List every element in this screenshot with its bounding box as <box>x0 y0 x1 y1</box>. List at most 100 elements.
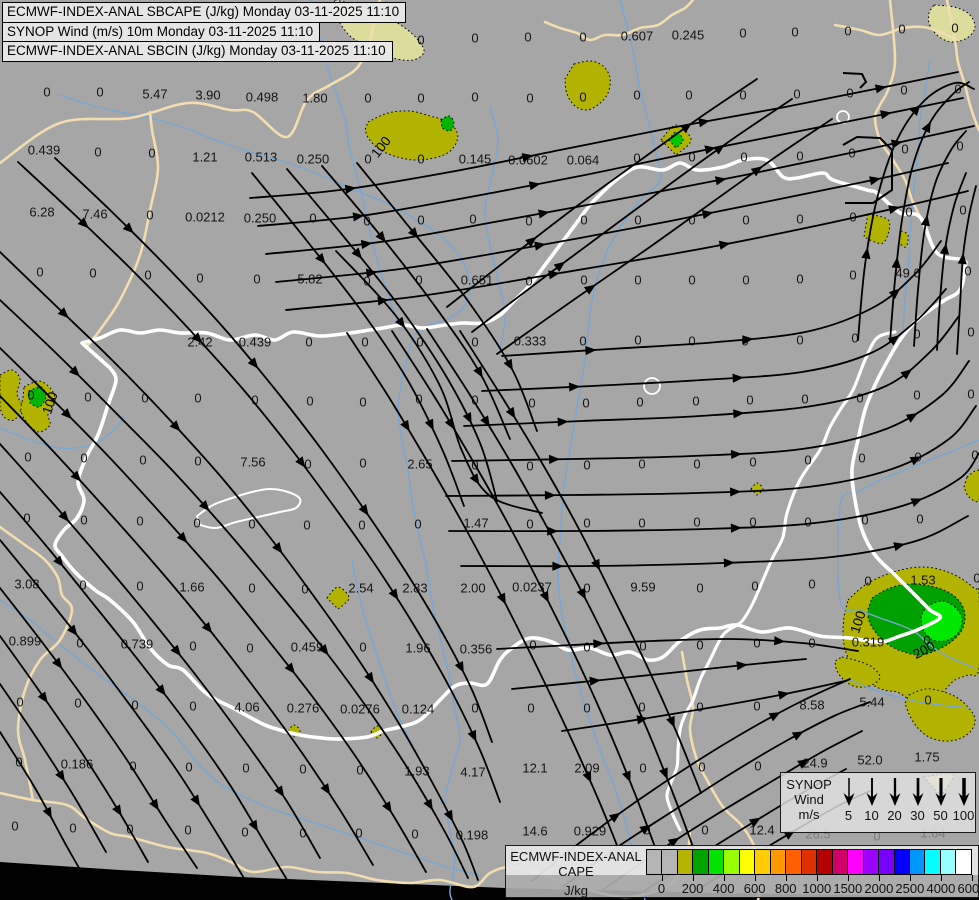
streamline-arrowhead-icon <box>910 498 923 507</box>
cape-color-cell <box>817 850 833 874</box>
station-value: 0 <box>739 26 746 41</box>
station-value: 0 <box>194 391 201 406</box>
station-value: 0 <box>471 90 478 105</box>
station-value: 0 <box>685 88 692 103</box>
wind-arrow-down-icon <box>843 778 854 806</box>
cape-color-bar <box>646 849 972 875</box>
station-value: 0 <box>361 335 368 350</box>
station-value: 0 <box>905 205 912 220</box>
streamline-arrowhead-icon <box>423 798 433 811</box>
cape-color-cell <box>693 850 709 874</box>
station-value: 0.245 <box>672 28 705 43</box>
station-value: 0 <box>638 516 645 531</box>
wind-streamline <box>0 731 86 879</box>
cape-color-cell <box>647 850 663 874</box>
wind-speed-label: 30 <box>910 808 925 823</box>
station-value: 0 <box>693 457 700 472</box>
cape-legend-bar: 0 200 400 600 800 100015002000250040006000 <box>646 849 979 897</box>
synop-wind-legend: SYNOP Wind m/s 5 10 20 30 50 100 <box>780 772 976 833</box>
streamline-arrowhead-icon <box>729 487 742 497</box>
station-value: 0 <box>43 85 50 100</box>
streamline-arrowhead-icon <box>190 794 201 807</box>
streamline-arrowhead-icon <box>608 812 621 823</box>
streamline-arrowhead-icon <box>733 409 745 419</box>
station-value: 0 <box>36 265 43 280</box>
station-value: 0 <box>796 149 803 164</box>
streamline-arrowhead-icon <box>505 406 516 419</box>
streamline-arrowhead-icon <box>732 373 744 383</box>
station-value: 5.44 <box>859 695 884 710</box>
station-value: 0 <box>89 266 96 281</box>
station-value: 0 <box>634 273 641 288</box>
station-value: 0.513 <box>245 150 278 165</box>
wind-speed-item: 20 <box>883 773 906 832</box>
station-value: 0 <box>411 827 418 842</box>
station-value: 0 <box>148 146 155 161</box>
streamline-arrowhead-icon <box>549 454 561 464</box>
streamline-arrowhead-icon <box>553 261 566 272</box>
cape-color-cell <box>909 850 926 874</box>
station-value: 0 <box>69 821 76 836</box>
streamline-arrowhead-icon <box>905 413 918 423</box>
cape-color-cell <box>739 850 756 874</box>
station-value: 0 <box>701 823 708 838</box>
station-value: 0 <box>796 212 803 227</box>
streamline-arrowhead-icon <box>893 542 906 552</box>
wind-streamline <box>913 130 967 347</box>
station-value: 0 <box>84 390 91 405</box>
wind-streamline <box>463 315 960 427</box>
streamline-arrowhead-icon <box>360 239 373 250</box>
station-value: 0 <box>633 88 640 103</box>
station-value: 0 <box>189 699 196 714</box>
station-value: 0 <box>358 518 365 533</box>
station-value: 0.607 <box>621 29 654 44</box>
cape-color-cell <box>724 850 740 874</box>
wind-arrow-down-icon <box>935 778 946 806</box>
station-value: 0 <box>583 458 590 473</box>
title-line-wind: SYNOP Wind (m/s) 10m Monday 03-11-2025 1… <box>2 21 321 42</box>
station-value: 0 <box>469 212 476 227</box>
station-value: 0 <box>356 763 363 778</box>
station-value: 0 <box>634 213 641 228</box>
cape-color-cell <box>770 850 787 874</box>
streamline-arrowhead-icon <box>496 592 506 605</box>
station-value: 0 <box>417 213 424 228</box>
station-value: 0 <box>242 761 249 776</box>
station-value: 0 <box>131 698 138 713</box>
station-value: 1.47 <box>463 516 488 531</box>
station-value: 14.6 <box>522 824 547 839</box>
station-value: 0 <box>189 639 196 654</box>
station-value: 0 <box>241 825 248 840</box>
station-value: 0 <box>80 513 87 528</box>
station-value: 0 <box>801 392 808 407</box>
station-value: 0 <box>844 24 851 39</box>
station-value: 0 <box>136 514 143 529</box>
station-value: 0 <box>529 638 536 653</box>
streamline-arrowhead-icon <box>622 770 631 783</box>
station-value: 0 <box>193 516 200 531</box>
station-value: 1.21 <box>192 150 217 165</box>
wind-speed-item: 50 <box>929 773 952 832</box>
station-value: 0 <box>417 152 424 167</box>
station-value: 0 <box>306 394 313 409</box>
streamline-arrowhead-icon <box>42 806 52 819</box>
station-value: 0 <box>94 145 101 160</box>
station-value: 1.80 <box>302 91 327 106</box>
station-value: 0 <box>96 85 103 100</box>
streamline-arrowhead-icon <box>503 358 513 371</box>
streamline-arrowhead-icon <box>55 769 65 782</box>
station-value: 0 <box>693 515 700 530</box>
streamline-arrowhead-icon <box>921 121 931 134</box>
station-value: 0 <box>309 211 316 226</box>
wind-speed-item: 10 <box>860 773 883 832</box>
station-value: 0 <box>471 335 478 350</box>
streamline-arrowhead-icon <box>424 418 434 431</box>
station-value: 0 <box>136 579 143 594</box>
station-value: 0 <box>753 636 760 651</box>
streamline-arrowhead-icon <box>112 804 122 817</box>
streamline-arrowhead-icon <box>547 526 559 536</box>
station-value: 0 <box>304 457 311 472</box>
station-value: 4.06 <box>234 700 259 715</box>
station-value: 0 <box>964 264 971 279</box>
station-value: 0.439 <box>239 335 272 350</box>
